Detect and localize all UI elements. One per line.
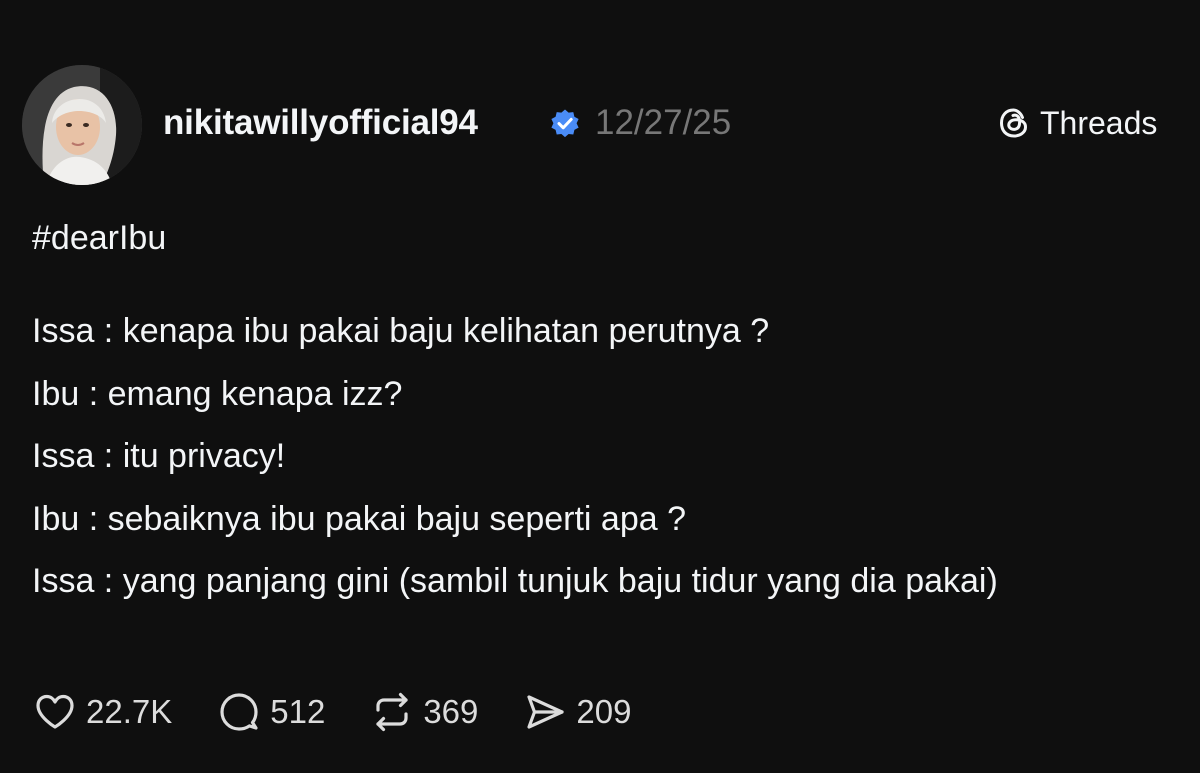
post-timestamp: 12/27/25 xyxy=(595,103,732,142)
avatar-photo xyxy=(22,65,142,185)
repost-count: 369 xyxy=(423,693,479,730)
repost-button[interactable]: 369 xyxy=(369,689,478,735)
reply-button[interactable]: 512 xyxy=(216,689,325,735)
comment-icon xyxy=(220,693,258,731)
send-icon xyxy=(527,695,564,729)
post-line: Issa : yang panjang gini (sambil tunjuk … xyxy=(32,562,998,600)
post-line: Ibu : sebaiknya ibu pakai baju seperti a… xyxy=(32,499,687,538)
verified-badge-icon xyxy=(551,109,579,138)
threads-logo-icon xyxy=(999,108,1028,138)
like-count: 22.7K xyxy=(86,693,173,730)
post-line: Ibu : emang kenapa izz? xyxy=(32,374,403,413)
post-action-bar: 22.7K 512 369 209 xyxy=(32,686,675,738)
author-username[interactable]: nikitawillyofficial94 xyxy=(163,101,478,145)
post-hashtag[interactable]: #dearIbu xyxy=(32,216,166,260)
repost-icon xyxy=(376,692,408,732)
heart-icon xyxy=(36,694,74,729)
like-button[interactable]: 22.7K xyxy=(32,689,172,735)
avatar[interactable] xyxy=(22,65,142,185)
share-button[interactable]: 209 xyxy=(522,689,631,735)
post-body: Issa : kenapa ibu pakai baju kelihatan p… xyxy=(32,300,1152,613)
threads-brand[interactable]: Threads xyxy=(996,102,1157,144)
post-line: Issa : kenapa ibu pakai baju kelihatan p… xyxy=(32,312,770,350)
threads-post-card: nikitawillyofficial94 12/27/25 Threads #… xyxy=(0,0,1200,773)
post-line: Issa : itu privacy! xyxy=(32,437,286,475)
reply-count: 512 xyxy=(270,693,326,730)
brand-label: Threads xyxy=(1040,105,1158,141)
share-count: 209 xyxy=(576,693,632,730)
